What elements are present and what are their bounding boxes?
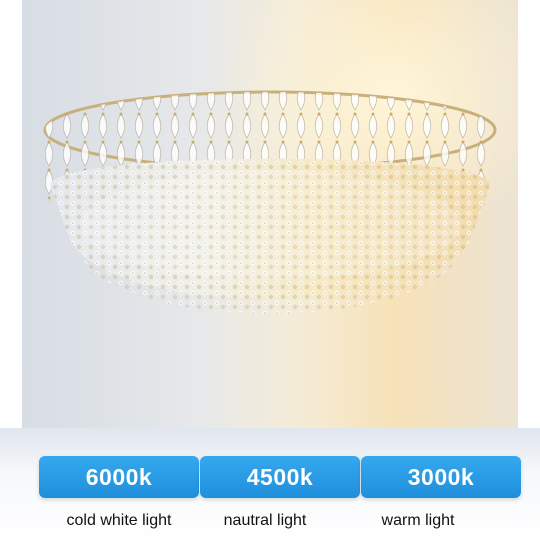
temperature-label: 6000k (85, 463, 153, 490)
chandelier-photo (22, 0, 518, 428)
warm-caption: warm light (381, 512, 455, 529)
temperature-label: 3000k (407, 463, 475, 490)
chandelier-illustration (22, 0, 518, 428)
temperature-label: 4500k (246, 463, 314, 490)
temperature-badge-neutral: 4500k (200, 456, 360, 498)
light-options-panel: 6000k cold white light 4500k nautral lig… (0, 428, 540, 540)
product-image: 6000k cold white light 4500k nautral lig… (0, 0, 540, 540)
temperature-badge-cold: 6000k (39, 456, 199, 498)
temperature-badge-warm: 3000k (361, 456, 521, 498)
